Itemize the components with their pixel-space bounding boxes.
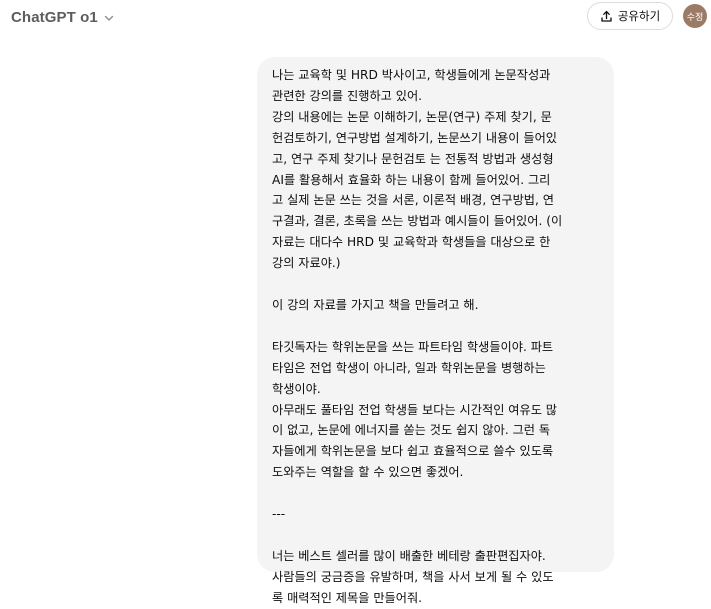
message-paragraph-target-reader: 타깃독자는 학위논문을 쓰는 파트타임 학생들이야. 파트 타임은 전업 학생이… bbox=[272, 339, 558, 480]
user-message-bubble: 나는 교육학 및 HRD 박사이고, 학생들에게 논문작성과 관련한 강의를 진… bbox=[257, 57, 614, 605]
message-paragraph-book-plan: 이 강의 자료를 가지고 책을 만들려고 해. bbox=[272, 297, 479, 312]
top-bar: ChatGPT o1 공유하기 수정 bbox=[0, 0, 711, 34]
share-button[interactable]: 공유하기 bbox=[587, 2, 673, 30]
message-divider-text: --- bbox=[272, 507, 286, 522]
avatar[interactable]: 수정 bbox=[683, 4, 707, 28]
message-paragraph-request: 너는 베스트 셀러를 많이 배출한 베테랑 출판편집자야. 사람들의 궁금증을 … bbox=[272, 548, 554, 605]
model-name: ChatGPT o1 bbox=[11, 8, 98, 26]
message-paragraph-spacer: ​ bbox=[272, 274, 602, 295]
message-paragraph-spacer: ​ bbox=[272, 483, 602, 504]
message-paragraph-spacer: ​ bbox=[272, 316, 602, 337]
message-paragraph-intro: 나는 교육학 및 HRD 박사이고, 학생들에게 논문작성과 관련한 강의를 진… bbox=[272, 68, 563, 271]
share-label: 공유하기 bbox=[617, 9, 661, 23]
message-paragraph-spacer: ​ bbox=[272, 525, 602, 546]
share-upload-icon bbox=[600, 10, 613, 23]
model-selector[interactable]: ChatGPT o1 bbox=[11, 6, 115, 28]
chevron-down-icon bbox=[103, 12, 115, 24]
